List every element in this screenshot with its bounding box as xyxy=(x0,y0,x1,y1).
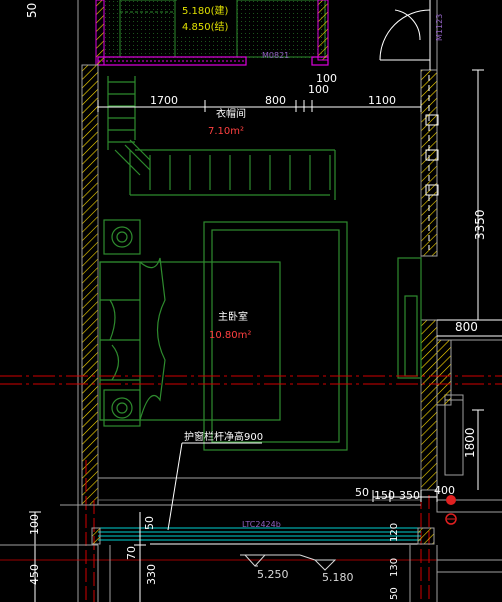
dim-top-800: 800 xyxy=(265,94,286,107)
dim-left-450: 450 xyxy=(28,564,41,585)
dim-right-3350: 3350 xyxy=(473,209,487,240)
right-door-area xyxy=(379,0,438,70)
dim-top-left-50: 50 xyxy=(25,3,39,18)
dim-left-100: 100 xyxy=(28,514,41,535)
dim-bottom-50b: 50 xyxy=(389,587,400,600)
dim-top-100b: 100 xyxy=(316,72,337,85)
wardrobe-name: 衣帽间 xyxy=(216,107,246,120)
dim-left-330: 330 xyxy=(145,564,158,585)
left-wall xyxy=(77,0,99,602)
upper-elev-1: 5.180(建) xyxy=(182,4,229,17)
door-tag-top: M0821 xyxy=(262,51,289,60)
wardrobe-area: 7.10m² xyxy=(208,126,244,137)
dim-right-1800: 1800 xyxy=(463,427,477,458)
dim-right-800: 800 xyxy=(455,320,478,334)
dim-bottom-350: 350 xyxy=(399,489,420,502)
right-symbols xyxy=(445,495,457,525)
door-tag-right: M1123 xyxy=(435,14,444,41)
svg-text:5.250: 5.250 xyxy=(257,568,289,581)
dim-top-1100: 1100 xyxy=(368,94,396,107)
dim-bottom-130: 130 xyxy=(389,558,400,577)
bottom-window xyxy=(91,477,435,545)
upper-elev-2: 4.850(结) xyxy=(182,20,229,33)
bedroom-area: 10.80m² xyxy=(209,330,251,341)
elevation-marker-a: 5.250 xyxy=(240,554,300,581)
nightstand-top xyxy=(103,219,141,255)
bed xyxy=(99,257,281,421)
floor-plan-canvas: 5.180(建) 4.850(结) M0821 M1123 衣帽间 7.10m²… xyxy=(0,0,502,602)
wardrobe-racks xyxy=(107,76,336,200)
nightstand-bottom xyxy=(103,389,141,427)
dim-left-70: 70 xyxy=(125,546,138,560)
dim-bottom-120: 120 xyxy=(389,523,400,542)
dim-bottom-400: 400 xyxy=(434,484,455,497)
svg-text:5.180: 5.180 xyxy=(322,571,354,584)
svg-text:护窗栏杆净高900: 护窗栏杆净高900 xyxy=(184,430,263,443)
railing-note: 护窗栏杆净高900 xyxy=(167,430,263,531)
dim-top-1700: 1700 xyxy=(150,94,178,107)
bedroom-name: 主卧室 xyxy=(218,310,248,323)
dim-bottom-150: 150 xyxy=(374,489,395,502)
right-wall xyxy=(420,69,439,491)
tv-cabinet xyxy=(397,257,422,379)
elevation-marker-b: 5.180 xyxy=(299,554,354,584)
window-tag: LTC2424b xyxy=(242,520,281,529)
dim-left-50: 50 xyxy=(143,516,156,530)
upper-room: 5.180(建) 4.850(结) xyxy=(104,0,326,60)
dim-bottom-50: 50 xyxy=(355,486,369,499)
right-dimension xyxy=(472,69,484,490)
